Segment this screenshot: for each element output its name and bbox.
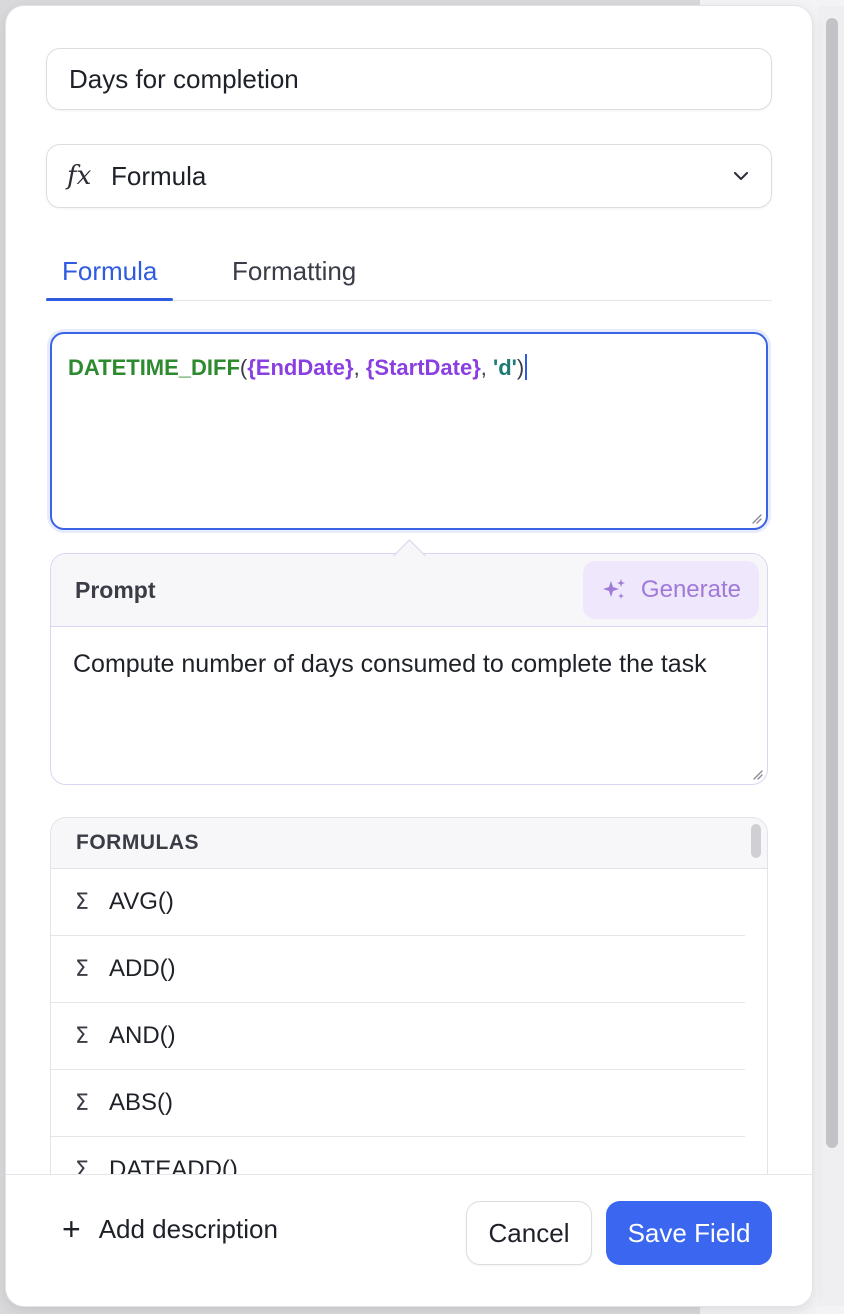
- sigma-icon: Σ: [75, 1023, 89, 1049]
- prompt-title: Prompt: [75, 576, 156, 603]
- plus-icon: +: [62, 1211, 81, 1247]
- tab-formatting[interactable]: Formatting: [232, 256, 356, 299]
- field-name-input[interactable]: [46, 48, 772, 110]
- editor-tabs: Formula Formatting: [45, 246, 772, 301]
- resize-grip-icon[interactable]: [750, 512, 762, 524]
- resize-grip-icon[interactable]: [751, 768, 763, 780]
- page-scrollbar[interactable]: [818, 6, 844, 1306]
- formula-editor[interactable]: DATETIME_DIFF({EndDate}, {StartDate}, 'd…: [50, 332, 768, 530]
- formula-separator: ,: [480, 355, 494, 380]
- text-caret: [525, 354, 528, 380]
- formula-field-token-startdate: {StartDate}: [365, 355, 481, 380]
- sparkles-icon: [602, 579, 625, 599]
- tab-formula[interactable]: Formula: [45, 256, 174, 301]
- prompt-textarea[interactable]: Compute number of days consumed to compl…: [51, 627, 767, 702]
- formula-item-label: ABS(): [109, 1089, 174, 1116]
- formulas-list: FORMULAS Σ AVG() Σ ADD() Σ AND() Σ ABS()…: [50, 817, 768, 1217]
- list-item[interactable]: Σ ABS(): [51, 1070, 745, 1137]
- formulas-list-scrollbar[interactable]: [751, 824, 761, 858]
- field-type-label: Formula: [111, 160, 207, 191]
- add-description-label: Add description: [98, 1213, 278, 1244]
- chevron-down-icon: [731, 166, 751, 186]
- field-editor-panel: fx Formula Formula Formatting DATETIME_D…: [6, 6, 812, 1306]
- save-field-button[interactable]: Save Field: [606, 1201, 772, 1265]
- formula-separator: ,: [353, 355, 366, 380]
- sigma-icon: Σ: [75, 889, 89, 915]
- formula-field-token-enddate: {EndDate}: [247, 355, 354, 380]
- fx-icon: fx: [67, 161, 92, 191]
- formulas-list-header: FORMULAS: [51, 818, 767, 869]
- formula-item-label: AND(): [109, 1022, 176, 1049]
- formula-close-paren: ): [516, 355, 525, 380]
- generate-label: Generate: [640, 576, 741, 603]
- page-scrollbar-thumb[interactable]: [826, 18, 838, 1148]
- footer-bar: + Add description Cancel Save Field: [6, 1174, 812, 1306]
- list-item[interactable]: Σ AND(): [51, 1003, 745, 1070]
- field-type-select[interactable]: fx Formula: [46, 144, 772, 208]
- formula-string-token: 'd': [493, 355, 517, 380]
- generate-button[interactable]: Generate: [582, 561, 759, 619]
- prompt-panel: Prompt Generate Compute number of days c…: [50, 553, 768, 785]
- formula-function-token: DATETIME_DIFF: [68, 355, 240, 380]
- sigma-icon: Σ: [75, 1090, 89, 1116]
- formula-item-label: AVG(): [109, 888, 174, 915]
- formula-item-label: ADD(): [109, 955, 176, 982]
- sigma-icon: Σ: [75, 956, 89, 982]
- list-item[interactable]: Σ ADD(): [51, 936, 745, 1003]
- cancel-button[interactable]: Cancel: [466, 1201, 592, 1265]
- list-item[interactable]: Σ AVG(): [51, 869, 745, 936]
- add-description-button[interactable]: + Add description: [62, 1213, 278, 1245]
